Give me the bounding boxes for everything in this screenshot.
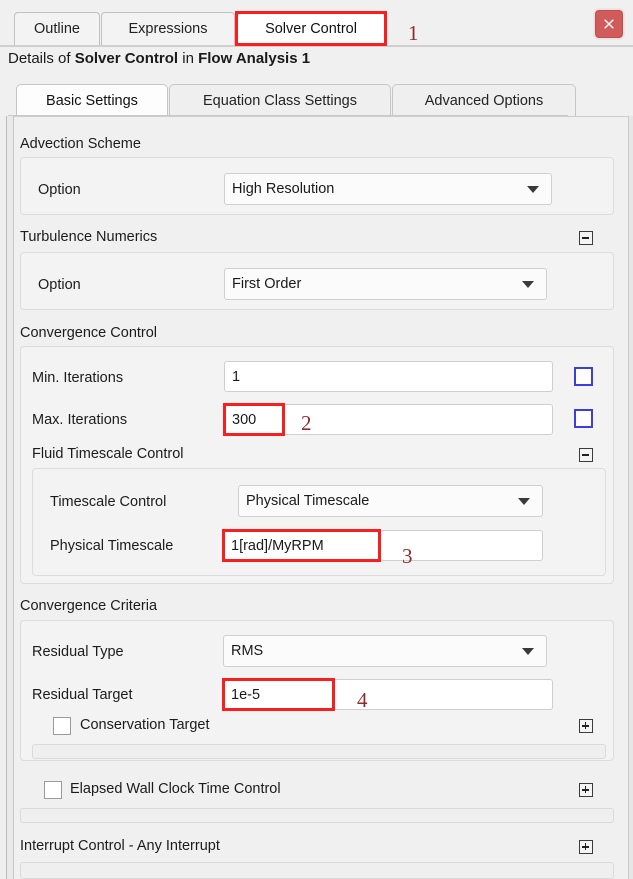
- residual-type-label: Residual Type: [32, 644, 124, 660]
- interrupt-control-expand-icon[interactable]: [579, 840, 593, 854]
- advection-option-value: High Resolution: [232, 181, 335, 197]
- turbulence-option-label: Option: [38, 277, 81, 293]
- section-title-interrupt-control: Interrupt Control - Any Interrupt: [20, 838, 220, 854]
- panel-inner-rail: [7, 116, 14, 879]
- elapsed-wall-clock-strip: [20, 808, 614, 823]
- elapsed-wall-clock-checkbox[interactable]: [44, 781, 62, 799]
- inner-tab-bar: Basic Settings Equation Class Settings A…: [8, 84, 625, 116]
- close-icon: [604, 19, 614, 29]
- tab-equation-class-settings-label: Equation Class Settings: [203, 92, 357, 109]
- top-tab-underline: [0, 45, 633, 47]
- fluid-timescale-collapse-icon[interactable]: [579, 448, 593, 462]
- solver-control-panel: Outline Expressions Solver Control Detai…: [0, 0, 633, 879]
- elapsed-wall-clock-expand-icon[interactable]: [579, 783, 593, 797]
- chevron-down-icon: [518, 498, 530, 505]
- details-context: Flow Analysis 1: [198, 50, 311, 67]
- details-prefix: Details of: [8, 50, 75, 67]
- top-tab-bar: Outline Expressions Solver Control: [0, 0, 633, 46]
- tab-solver-control[interactable]: Solver Control: [237, 12, 385, 45]
- details-object: Solver Control: [74, 50, 179, 67]
- physical-timescale-label: Physical Timescale: [50, 538, 174, 554]
- tab-expressions[interactable]: Expressions: [101, 12, 235, 45]
- tab-advanced-options[interactable]: Advanced Options: [392, 84, 576, 116]
- timescale-control-value: Physical Timescale: [246, 493, 370, 509]
- conservation-target-strip: [32, 744, 606, 759]
- tab-advanced-options-label: Advanced Options: [424, 92, 544, 109]
- residual-type-value: RMS: [231, 643, 264, 659]
- timescale-control-label: Timescale Control: [50, 494, 167, 510]
- tab-equation-class-settings[interactable]: Equation Class Settings: [169, 84, 391, 116]
- annotation-number-1: 1: [408, 21, 419, 45]
- tab-outline-label: Outline: [34, 21, 80, 37]
- chevron-down-icon: [522, 281, 534, 288]
- panel-outer-rail: [0, 116, 7, 879]
- min-iterations-checkbox[interactable]: [574, 367, 593, 386]
- interrupt-control-strip: [20, 862, 614, 879]
- close-button[interactable]: [595, 10, 623, 38]
- conservation-target-expand-icon[interactable]: [579, 719, 593, 733]
- chevron-down-icon: [527, 186, 539, 193]
- tab-basic-settings-label: Basic Settings: [46, 92, 138, 109]
- max-iterations-label: Max. Iterations: [32, 412, 128, 428]
- tab-expressions-label: Expressions: [128, 21, 208, 37]
- section-title-convergence-control: Convergence Control: [20, 325, 158, 341]
- tab-solver-control-label: Solver Control: [265, 21, 357, 37]
- section-title-turbulence-numerics: Turbulence Numerics: [20, 229, 158, 245]
- physical-timescale-value: 1[rad]/MyRPM: [231, 537, 324, 554]
- turbulence-option-combo[interactable]: First Order: [224, 268, 547, 300]
- residual-target-label: Residual Target: [32, 687, 133, 703]
- turbulence-numerics-collapse-icon[interactable]: [579, 231, 593, 245]
- tab-outline[interactable]: Outline: [14, 12, 100, 45]
- conservation-target-checkbox[interactable]: [53, 717, 71, 735]
- details-breadcrumb: Details of Solver Control in Flow Analys…: [8, 50, 310, 67]
- residual-target-value: 1e-5: [231, 686, 261, 703]
- details-middle: in: [178, 50, 199, 67]
- section-title-convergence-criteria: Convergence Criteria: [20, 598, 158, 614]
- elapsed-wall-clock-label: Elapsed Wall Clock Time Control: [70, 781, 281, 797]
- timescale-control-combo[interactable]: Physical Timescale: [238, 485, 543, 517]
- chevron-down-icon: [522, 648, 534, 655]
- conservation-target-label: Conservation Target: [80, 717, 210, 733]
- annotation-number-3: 3: [402, 544, 413, 568]
- turbulence-option-value: First Order: [232, 276, 302, 292]
- advection-option-combo[interactable]: High Resolution: [224, 173, 552, 205]
- annotation-number-2: 2: [301, 411, 312, 435]
- section-title-advection-scheme: Advection Scheme: [20, 136, 141, 152]
- annotation-number-4: 4: [357, 688, 368, 712]
- section-title-fluid-timescale-control: Fluid Timescale Control: [32, 446, 184, 462]
- min-iterations-value: 1: [232, 368, 241, 385]
- physical-timescale-field[interactable]: 1[rad]/MyRPM: [223, 530, 543, 561]
- max-iterations-checkbox[interactable]: [574, 409, 593, 428]
- min-iterations-label: Min. Iterations: [32, 370, 124, 386]
- residual-type-combo[interactable]: RMS: [223, 635, 547, 667]
- tab-basic-settings[interactable]: Basic Settings: [16, 84, 168, 116]
- panel-scroll-rail[interactable]: [628, 116, 633, 879]
- residual-target-field[interactable]: 1e-5: [223, 679, 553, 710]
- max-iterations-value: 300: [232, 411, 257, 428]
- max-iterations-field[interactable]: 300: [224, 404, 553, 435]
- min-iterations-field[interactable]: 1: [224, 361, 553, 392]
- advection-option-label: Option: [38, 182, 81, 198]
